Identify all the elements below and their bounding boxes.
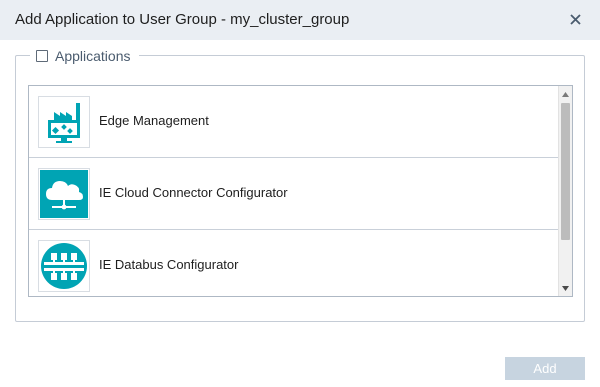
dialog-title: Add Application to User Group - my_clust…: [15, 11, 350, 28]
add-button[interactable]: Add: [505, 357, 585, 380]
databus-icon: [38, 240, 90, 292]
list-item-edge-management[interactable]: Edge Management: [29, 86, 559, 158]
applications-legend: Applications: [30, 47, 139, 65]
close-icon: [569, 13, 581, 25]
application-list: Edge Management IE Cloud Connector Confi…: [28, 85, 573, 297]
cloud-network-icon: [38, 168, 90, 220]
list-item-ie-cloud-connector-configurator[interactable]: IE Cloud Connector Configurator: [29, 158, 559, 230]
list-item-ie-databus-configurator[interactable]: IE Databus Configurator: [29, 230, 559, 296]
scroll-up-arrow-icon: [562, 91, 569, 97]
close-button[interactable]: [565, 9, 585, 29]
list-item-label: IE Cloud Connector Configurator: [99, 185, 288, 200]
list-item-label: IE Databus Configurator: [99, 257, 239, 272]
scroll-down-arrow-icon: [562, 285, 569, 291]
scroll-up-button[interactable]: [559, 87, 572, 101]
list-item-label: Edge Management: [99, 113, 209, 128]
dialog-titlebar: Add Application to User Group - my_clust…: [0, 0, 600, 40]
scroll-thumb[interactable]: [561, 103, 570, 240]
applications-legend-label: Applications: [55, 48, 131, 64]
scroll-down-button[interactable]: [559, 281, 572, 295]
applications-fieldset: Applications Edge Management IE Cloud Co…: [15, 47, 585, 322]
list-scrollbar[interactable]: [558, 86, 572, 296]
factory-monitor-icon: [38, 96, 90, 148]
select-all-checkbox[interactable]: [36, 50, 48, 62]
